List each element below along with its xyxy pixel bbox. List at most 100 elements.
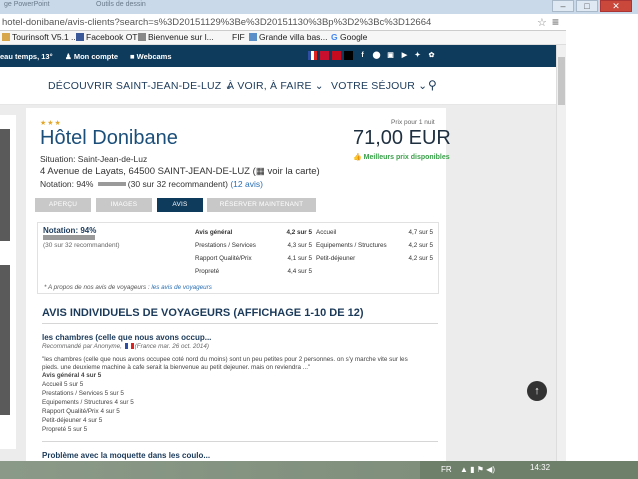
hamburger-menu-icon[interactable]: ≡ [552,15,559,29]
weather-text: eau temps, 13° [0,52,53,61]
criterion-name: Rapport Qualité/Prix [195,255,252,262]
tab-reserver[interactable]: RÉSERVER MAINTENANT [207,198,316,212]
scroll-to-top-button[interactable]: ↑ [527,381,547,401]
review-score-line: Petit-déjeuner 4 sur 5 [42,417,103,424]
score-recommend: (30 sur 32 recommandent) [43,242,120,249]
review-title[interactable]: les chambres (celle que nous avons occup… [42,333,211,342]
instagram-icon[interactable]: ▣ [386,51,395,60]
review-score-line: Prestations / Services 5 sur 5 [42,390,124,397]
minimize-icon[interactable]: – [552,0,574,12]
flag-fr-icon[interactable] [308,51,317,60]
hotel-address: 4 Avenue de Layats, 64500 SAINT-JEAN-DE-… [40,166,320,177]
criterion-value: 4,3 sur 5 [287,242,312,249]
tab-avis[interactable]: AVIS [157,198,203,212]
criterion-name: Petit-déjeuner [316,255,356,262]
address-bar[interactable]: hotel-donibane/avis-clients?search=s%3D2… [0,14,566,31]
criterion-name: Avis général [195,229,233,236]
bookmarks-bar: Tourinsoft V5.1 ... Facebook OT Bienvenu… [0,31,566,45]
review-score-line: Propreté 5 sur 5 [42,426,88,433]
close-icon[interactable]: ✕ [600,0,632,12]
taskbar: FR ▲ ▮ ⚑ ◀) 14:32 [0,461,638,479]
criterion-name: Equipements / Structures [316,242,387,249]
flag-uk-icon[interactable] [320,51,329,60]
tray-icons[interactable]: ▲ ▮ ⚑ ◀) [460,465,495,474]
criterion-value: 4,2 sur 5 [408,255,433,262]
account-link[interactable]: ♟ Mon compte [65,52,118,61]
scrollbar-thumb[interactable] [558,57,565,105]
scrollbar[interactable] [556,45,566,461]
bookmark-item[interactable]: Bienvenue sur l... [138,32,214,42]
star-icon[interactable]: ☆ [537,16,547,29]
url-text[interactable]: hotel-donibane/avis-clients?search=s%3D2… [2,17,431,28]
review-meta: Recommandé par Anonyme, (France mar. 26 … [42,343,209,350]
review-score-line: Rapport Qualité/Prix 4 sur 5 [42,408,120,415]
clock[interactable]: 14:32 [530,463,550,472]
hotel-name: Hôtel Donibane [40,127,178,149]
tab-images[interactable]: IMAGES [96,198,152,212]
language-indicator[interactable]: FR [441,465,452,474]
left-image [0,265,10,415]
share-icon[interactable]: ✿ [427,51,436,60]
pinterest-icon[interactable]: ⬤ [372,51,381,60]
criterion-name: Accueil [316,229,337,236]
maximize-icon[interactable]: □ [576,0,598,12]
left-column [0,115,16,449]
reviews-heading: AVIS INDIVIDUELS DE VOYAGEURS (AFFICHAGE… [42,307,364,319]
search-icon[interactable]: ⚲ [428,78,437,92]
criterion-value: 4,1 sur 5 [287,255,312,262]
user-icon: ♟ [65,52,72,61]
criterion-value: 4,2 sur 5 [408,242,433,249]
window-title-strip: ge PowerPoint Outils de dessin – □ ✕ [0,0,638,14]
nav-a-voir[interactable]: À VOIR, À FAIRE ⌄ [227,80,324,92]
camera-icon: ■ [130,52,135,61]
criterion-name: Propreté [195,268,220,275]
map-link[interactable]: voir la carte [267,166,316,177]
left-image [0,129,10,241]
hotel-notation: Notation: 94% (30 sur 32 recommandent) (… [40,179,263,189]
bookmark-item[interactable]: Facebook OT [76,32,138,42]
youtube-icon[interactable]: ▶ [400,51,409,60]
hotel-stars: ★★★ [40,120,62,127]
arrow-up-icon: ↑ [534,385,540,397]
score-notation: Notation: 94% [43,226,97,235]
site-topbar: eau temps, 13° ♟ Mon compte ■ Webcams f … [0,45,556,67]
taskbar-apps [0,461,420,479]
bookmark-item[interactable]: FIF [232,32,245,42]
best-price-badge[interactable]: 👍 Meilleurs prix disponibles [353,153,450,161]
about-reviews-link[interactable]: les avis de voyageurs [151,284,212,291]
nav-decouvrir[interactable]: DÉCOUVRIR SAINT-JEAN-DE-LUZ ⌄ [48,80,234,92]
flag-fr-icon [124,343,134,349]
bookmark-item[interactable]: Grande villa bas... [249,32,328,42]
review-body: "les chambres (celle que nous avons occu… [42,356,408,363]
review-score-line: Avis général 4 sur 5 [42,372,102,379]
hotel-situation: Situation: Saint-Jean-de-Luz [40,154,148,164]
browser-tab[interactable]: ge PowerPoint [4,1,50,8]
twitter-icon[interactable]: ✦ [413,51,422,60]
divider [42,441,438,442]
review-title[interactable]: Problème avec la moquette dans les coulo… [42,451,210,460]
divider [42,323,438,324]
nav-votre-sejour[interactable]: VOTRE SÉJOUR ⌄ [331,80,427,92]
facebook-icon[interactable]: f [358,51,367,60]
bookmark-item[interactable]: G Google [331,32,367,42]
criterion-value: 4,4 sur 5 [287,268,312,275]
review-body: pieds. une deuxieme machine à cafe serai… [42,364,311,371]
criterion-value: 4,7 sur 5 [408,229,433,236]
review-score-line: Accueil 5 sur 5 [42,381,84,388]
criterion-value: 4,2 sur 5 [286,229,312,236]
site-nav: DÉCOUVRIR SAINT-JEAN-DE-LUZ ⌄ À VOIR, À … [0,67,556,105]
webcams-link[interactable]: ■ Webcams [130,52,172,61]
review-score-line: Equipements / Structures 4 sur 5 [42,399,134,406]
thumbs-up-icon: 👍 [353,154,362,161]
reviews-link[interactable]: (12 avis) [230,179,263,189]
flag-de-icon[interactable] [344,51,353,60]
tab-apercu[interactable]: APERÇU [35,198,91,212]
flag-es-icon[interactable] [332,51,341,60]
browser-tab[interactable]: Outils de dessin [96,1,146,8]
criterion-name: Prestations / Services [195,242,256,249]
map-icon: ▦ [255,166,265,177]
score-bar [43,235,95,240]
bookmark-item[interactable]: Tourinsoft V5.1 ... [2,32,78,42]
notation-bar [97,182,126,186]
about-reviews-note: * A propos de nos avis de voyageurs : le… [44,284,212,291]
